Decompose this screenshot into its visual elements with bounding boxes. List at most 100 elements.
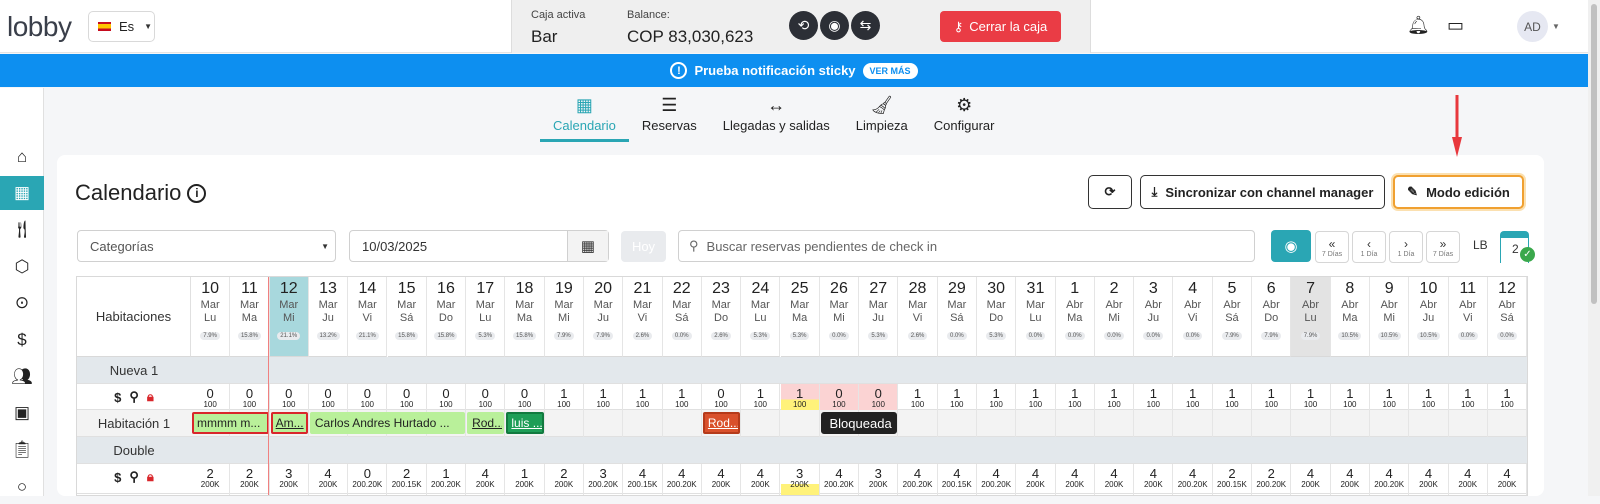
- eye-icon[interactable]: ◉: [820, 11, 849, 40]
- day-header[interactable]: 2 Abr Mi 0.0%: [1094, 277, 1135, 357]
- availability-cell[interactable]: 3 200K: [270, 464, 309, 495]
- availability-cell[interactable]: 4 200.20K: [820, 464, 860, 495]
- day-header[interactable]: 27 Mar Ju 5.3%: [859, 277, 899, 357]
- availability-cell[interactable]: 2 200.20K: [1252, 464, 1292, 495]
- bell-icon[interactable]: 🔔︎: [1407, 15, 1430, 36]
- page-scrollbar[interactable]: [1588, 0, 1600, 496]
- availability-cell[interactable]: 1 100: [1016, 384, 1056, 410]
- day-header[interactable]: 12 Abr Sá 0.0%: [1487, 277, 1527, 357]
- availability-cell[interactable]: 2 200.15K: [1213, 464, 1253, 495]
- room-cell[interactable]: [1252, 410, 1292, 437]
- room-cell[interactable]: [1056, 410, 1095, 437]
- day-header[interactable]: 19 Mar Mi 7.9%: [544, 277, 584, 357]
- availability-cell[interactable]: 1 100: [1056, 384, 1095, 410]
- availability-cell[interactable]: 4 200K: [1488, 464, 1527, 495]
- availability-cell[interactable]: 4 200.20K: [1370, 464, 1410, 495]
- day-header[interactable]: 18 Mar Ma 15.8%: [505, 277, 545, 357]
- room-cell[interactable]: [584, 410, 624, 437]
- history-icon[interactable]: ⟲: [789, 11, 818, 40]
- availability-cell[interactable]: 4 200K: [741, 464, 781, 495]
- clipboard-icon[interactable]: 📋︎: [0, 433, 44, 467]
- booking-block[interactable]: Am...: [270, 412, 308, 434]
- money-icon[interactable]: ▣: [0, 396, 44, 430]
- availability-cell[interactable]: 4 200.20K: [898, 464, 938, 495]
- sync-channel-manager-button[interactable]: ⤓ Sincronizar con channel manager: [1140, 175, 1385, 209]
- availability-cell[interactable]: 0 100: [505, 384, 545, 410]
- room-cell[interactable]: [1370, 410, 1410, 437]
- availability-cell[interactable]: 1 100: [1409, 384, 1449, 410]
- lock-icon[interactable]: 🔒︎: [147, 469, 154, 485]
- room-cell[interactable]: [1449, 410, 1488, 437]
- availability-cell[interactable]: 1 200K: [505, 464, 545, 495]
- availability-cell[interactable]: 0 100: [388, 384, 427, 410]
- day-header[interactable]: 21 Mar Vi 2.6%: [623, 277, 663, 357]
- room-cell[interactable]: [1016, 410, 1056, 437]
- day-header[interactable]: 15 Mar Sá 15.8%: [387, 277, 427, 357]
- availability-cell[interactable]: 1 100: [741, 384, 781, 410]
- day-header[interactable]: 16 Mar Do 15.8%: [426, 277, 467, 357]
- availability-cell[interactable]: 1 100: [977, 384, 1017, 410]
- day-header[interactable]: 10 Abr Ju 10.5%: [1409, 277, 1449, 357]
- availability-cell[interactable]: 0 100: [191, 384, 231, 410]
- day-header[interactable]: 24 Mar Lu 5.3%: [741, 277, 781, 357]
- close-register-button[interactable]: ⚷ Cerrar la caja: [940, 11, 1061, 42]
- availability-cell[interactable]: 1 100: [1134, 384, 1174, 410]
- category-select[interactable]: Categorías ▼: [77, 230, 336, 262]
- availability-cell[interactable]: 4 200K: [1134, 464, 1174, 495]
- availability-cell[interactable]: 1 100: [1213, 384, 1253, 410]
- today-button[interactable]: Hoy: [621, 231, 666, 262]
- day-header[interactable]: 7 Abr Lu 7.9%: [1291, 277, 1331, 357]
- availability-cell[interactable]: 1 100: [1370, 384, 1410, 410]
- availability-cell[interactable]: 1 100: [1488, 384, 1527, 410]
- day-header[interactable]: 1 Abr Ma 0.0%: [1055, 277, 1095, 357]
- room-cell[interactable]: [663, 410, 702, 437]
- home-icon[interactable]: ⌂: [0, 140, 44, 174]
- availability-cell[interactable]: 1 100: [623, 384, 663, 410]
- avatar[interactable]: AD: [1517, 11, 1548, 42]
- visibility-toggle-button[interactable]: ◉: [1271, 230, 1311, 262]
- availability-cell[interactable]: 0 200.20K: [348, 464, 388, 495]
- room-cell[interactable]: [898, 410, 938, 437]
- availability-cell[interactable]: 1 100: [545, 384, 584, 410]
- room-cell[interactable]: [1291, 410, 1331, 437]
- search-input[interactable]: ⚲ Buscar reservas pendientes de check in: [678, 230, 1255, 262]
- availability-cell[interactable]: 1 100: [1449, 384, 1488, 410]
- room-cell[interactable]: [1409, 410, 1449, 437]
- availability-cell[interactable]: 4 200.15K: [623, 464, 663, 495]
- dollar-icon[interactable]: $: [114, 470, 121, 485]
- booking-block[interactable]: Rod...: [702, 412, 741, 434]
- day-header[interactable]: 29 Mar Sá 0.0%: [937, 277, 977, 357]
- availability-cell[interactable]: 2 200K: [545, 464, 584, 495]
- search-location-icon[interactable]: ⊙: [0, 286, 44, 320]
- booking-block[interactable]: mmmm m...: [192, 412, 269, 434]
- day-header[interactable]: 4 Abr Vi 0.0%: [1173, 277, 1213, 357]
- next-7-days-button[interactable]: » 7 Días: [1426, 231, 1460, 263]
- calendar-picker-icon[interactable]: ▦: [567, 231, 608, 261]
- room-cell[interactable]: [545, 410, 584, 437]
- availability-cell[interactable]: 0 100: [309, 384, 349, 410]
- availability-cell[interactable]: 2 200K: [191, 464, 231, 495]
- availability-cell[interactable]: 1 100: [1291, 384, 1331, 410]
- restaurant-icon[interactable]: 🍴︎: [0, 213, 44, 247]
- edit-mode-button[interactable]: ✎ Modo edición: [1393, 175, 1524, 209]
- users-icon[interactable]: 👥︎: [0, 360, 44, 394]
- prev-7-days-button[interactable]: «7 Días: [1315, 231, 1349, 263]
- day-header[interactable]: 6 Abr Do 7.9%: [1252, 277, 1292, 357]
- day-header[interactable]: 10 Mar Lu 7.9%: [191, 277, 231, 357]
- booking-block[interactable]: Bloqueada: [820, 412, 898, 434]
- dollar-icon[interactable]: $: [114, 390, 121, 405]
- day-header[interactable]: 12 Mar Mi 21.1%: [269, 277, 309, 357]
- availability-cell[interactable]: 4 200.20K: [663, 464, 702, 495]
- info-icon[interactable]: i: [187, 183, 207, 203]
- day-header[interactable]: 14 Mar Vi 21.1%: [348, 277, 388, 357]
- availability-cell[interactable]: 1 100: [898, 384, 938, 410]
- refresh-button[interactable]: ⟳: [1088, 175, 1132, 209]
- day-header[interactable]: 28 Mar Vi 2.6%: [898, 277, 938, 357]
- availability-cell[interactable]: 4 200K: [702, 464, 742, 495]
- tab-configurar[interactable]: ⚙ Configurar: [921, 94, 1008, 142]
- search-icon[interactable]: ⚲: [129, 469, 139, 485]
- day-header[interactable]: 11 Abr Vi 0.0%: [1448, 277, 1488, 357]
- availability-cell[interactable]: 1 100: [1174, 384, 1213, 410]
- lock-icon[interactable]: 🔒︎: [147, 389, 154, 405]
- room-cell[interactable]: [977, 410, 1017, 437]
